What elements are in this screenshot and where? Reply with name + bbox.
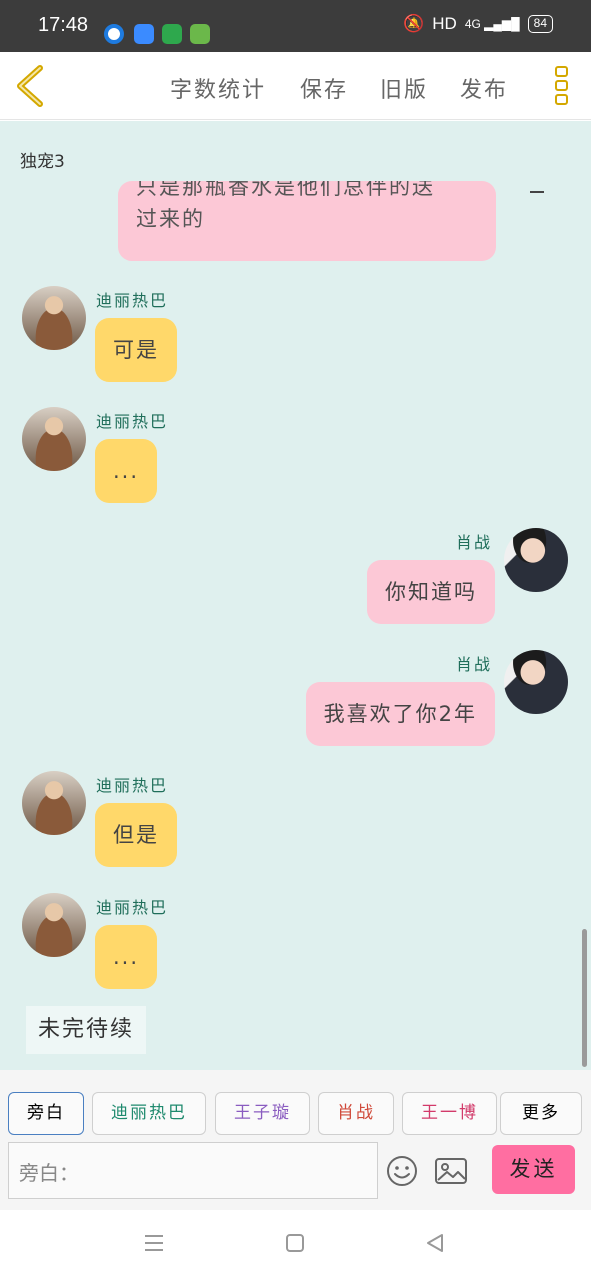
menu-dot-icon xyxy=(554,80,568,91)
sender-name: 肖战 xyxy=(456,533,493,552)
hamburger-icon xyxy=(145,1235,163,1251)
app-icon-reader xyxy=(190,24,210,44)
message-bubble[interactable]: 可是 xyxy=(95,318,177,382)
emoji-button[interactable] xyxy=(386,1155,418,1187)
status-bar: 17:48 🔕 HD 4G ▂▄▆█ 84 xyxy=(0,0,591,52)
chat-area[interactable]: 独宠3 只是那瓶香水是他们总伴的送 过来的 迪丽热巴 可是 迪丽热巴 ... 肖… xyxy=(0,121,591,1070)
character-button-wangzixuan[interactable]: 王子璇 xyxy=(215,1092,310,1135)
menu-nav-button[interactable] xyxy=(143,1232,165,1258)
message-text: 只是那瓶香水是他们总伴的送 xyxy=(136,181,435,199)
scrollbar[interactable] xyxy=(582,929,587,1067)
chevron-left-icon xyxy=(17,65,43,107)
signal-icon: 4G ▂▄▆█ xyxy=(464,17,520,31)
sender-name: 迪丽热巴 xyxy=(96,291,169,310)
triangle-back-icon xyxy=(427,1234,443,1252)
square-icon xyxy=(286,1234,304,1252)
message-bubble[interactable]: 我喜欢了你2年 xyxy=(305,682,495,746)
message-text: 过来的 xyxy=(136,207,205,231)
emoji-icon xyxy=(387,1156,417,1186)
publish-button[interactable]: 发布 xyxy=(460,72,508,104)
avatar[interactable] xyxy=(22,407,86,471)
character-button-narrator[interactable]: 旁白 xyxy=(8,1092,84,1135)
avatar[interactable] xyxy=(22,771,86,835)
menu-dot-icon xyxy=(554,94,568,105)
home-nav-button[interactable] xyxy=(285,1232,305,1258)
app-icon-video xyxy=(162,24,182,44)
message-bubble[interactable]: ... xyxy=(95,925,158,989)
divider xyxy=(530,191,544,193)
sender-name: 肖战 xyxy=(456,655,493,674)
back-nav-button[interactable] xyxy=(424,1232,446,1258)
image-button[interactable] xyxy=(434,1156,468,1186)
system-nav-bar xyxy=(0,1210,591,1280)
message-bubble[interactable]: ... xyxy=(95,439,158,503)
sender-name: 迪丽热巴 xyxy=(96,776,169,795)
word-count-button[interactable]: 字数统计 xyxy=(170,72,266,104)
menu-dot-icon xyxy=(554,66,568,77)
old-version-button[interactable]: 旧版 xyxy=(380,72,428,104)
sender-name: 迪丽热巴 xyxy=(96,412,169,431)
avatar[interactable] xyxy=(504,650,568,714)
app-icon-browser xyxy=(104,24,124,44)
character-button-dilireba[interactable]: 迪丽热巴 xyxy=(92,1092,206,1135)
battery-icon: 84 xyxy=(527,15,553,33)
message-bubble[interactable]: 但是 xyxy=(95,803,177,867)
sender-name: 迪丽热巴 xyxy=(96,898,169,917)
chat-title: 独宠3 xyxy=(20,152,65,172)
avatar[interactable] xyxy=(22,286,86,350)
mute-icon: 🔕 xyxy=(403,14,425,33)
avatar[interactable] xyxy=(22,893,86,957)
message-input[interactable]: 旁白： xyxy=(8,1142,378,1199)
send-button[interactable]: 发送 xyxy=(492,1145,575,1194)
top-toolbar: 字数统计 保存 旧版 发布 xyxy=(0,52,591,120)
image-icon xyxy=(435,1158,467,1184)
character-button-xiaozhan[interactable]: 肖战 xyxy=(318,1092,394,1135)
more-characters-button[interactable]: 更多 xyxy=(500,1092,582,1135)
back-button[interactable] xyxy=(12,62,52,110)
to-be-continued-label: 未完待续 xyxy=(26,1006,146,1054)
message-bubble-partial[interactable]: 只是那瓶香水是他们总伴的送 过来的 xyxy=(118,181,496,261)
status-time: 17:48 xyxy=(38,14,89,36)
message-bubble[interactable]: 你知道吗 xyxy=(367,560,495,624)
status-right: 🔕 HD 4G ▂▄▆█ 84 xyxy=(403,14,553,34)
avatar[interactable] xyxy=(504,528,568,592)
network-label: HD xyxy=(432,14,457,33)
save-button[interactable]: 保存 xyxy=(300,72,348,104)
app-icon-translate xyxy=(134,24,154,44)
more-menu-button[interactable] xyxy=(549,64,573,110)
input-area: 旁白 迪丽热巴 王子璇 肖战 王一博 更多 旁白： 发送 xyxy=(0,1070,591,1210)
character-button-wangyibo[interactable]: 王一博 xyxy=(402,1092,497,1135)
signal-label: 4G xyxy=(464,17,481,31)
